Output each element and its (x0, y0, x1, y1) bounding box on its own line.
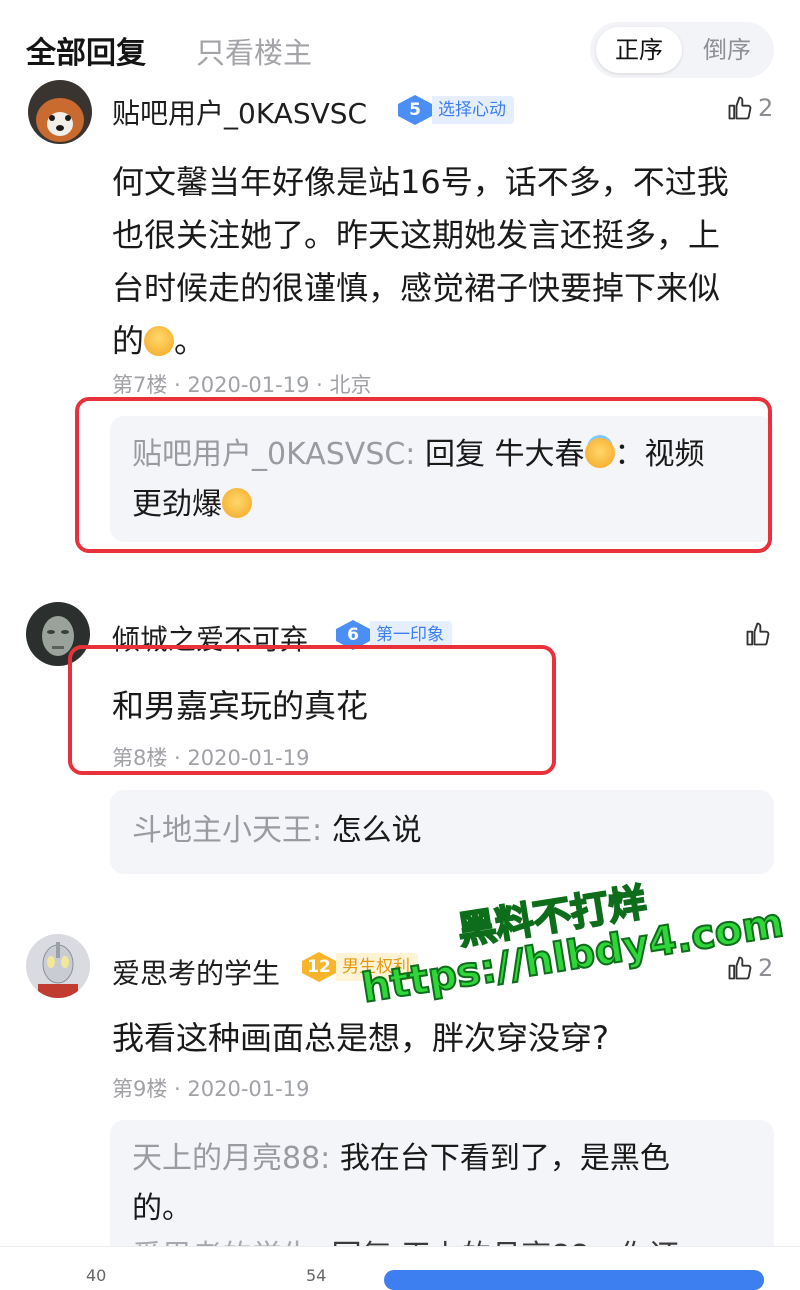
tab-all-replies[interactable]: 全部回复 (26, 28, 146, 72)
reply-text-line2: 的。 (132, 1191, 192, 1226)
order-asc-button[interactable]: 正序 (596, 27, 682, 73)
highlight-frame (75, 397, 772, 553)
ultraman-avatar-icon (26, 934, 90, 998)
avatar[interactable] (28, 80, 92, 144)
reply-text: 我在台下看到了，是黑色 (339, 1141, 670, 1176)
like-count: 2 (758, 94, 774, 122)
post-date: 2020-01-19 (187, 373, 310, 397)
reply-item[interactable]: 斗地主小天王: 怎么说 (132, 806, 422, 856)
post-line: 的 (112, 322, 145, 360)
level-number: 5 (398, 95, 432, 125)
level-number: 12 (302, 952, 336, 982)
username[interactable]: 贴吧用户_0KASVSC (112, 92, 367, 132)
red-panda-avatar-icon (28, 80, 92, 144)
post-line: 也很关注她了。昨天这期她发言还挺多，上 (112, 216, 721, 254)
like-button[interactable]: 2 (726, 954, 773, 982)
like-count: 2 (758, 954, 774, 982)
order-desc-button[interactable]: 倒序 (684, 27, 770, 73)
post-meta: 第9楼 · 2020-01-19 (112, 1077, 310, 1101)
floor-number: 第9楼 (112, 1077, 168, 1101)
post-content: 我看这种画面总是想，胖次穿没穿? (112, 1019, 609, 1057)
thumbs-up-icon (746, 622, 770, 646)
thumbs-up-icon (728, 96, 752, 120)
tab-owner-only[interactable]: 只看楼主 (196, 30, 312, 72)
avatar[interactable] (26, 934, 90, 998)
post-date: 2020-01-19 (187, 1077, 310, 1101)
post-line-end: 。 (174, 322, 207, 360)
level-badge: 5 选择心动 (398, 95, 514, 125)
comment-count[interactable]: 40 (86, 1266, 106, 1285)
reply-item[interactable]: 天上的月亮88: 我在台下看到了，是黑色 的。 (132, 1134, 752, 1234)
post-meta: 第7楼 · 2020-01-19 · 北京 (112, 373, 372, 397)
highlight-frame (68, 645, 556, 775)
like-button[interactable]: 2 (726, 94, 773, 122)
floor-number: 第7楼 (112, 373, 168, 397)
reply-button[interactable] (384, 1270, 764, 1290)
post-line: 台时候走的很谨慎，感觉裙子快要掉下来似 (112, 269, 721, 307)
reply-author[interactable]: 斗地主小天王: (132, 813, 322, 848)
grin-emoji-icon (144, 326, 175, 356)
level-title: 选择心动 (432, 96, 514, 124)
like-total-count[interactable]: 54 (306, 1266, 326, 1285)
post-line: 何文馨当年好像是站16号，话不多，不过我 (112, 163, 729, 201)
thumbs-up-icon (728, 956, 752, 980)
like-button[interactable] (744, 620, 772, 648)
username[interactable]: 爱思考的学生 (112, 952, 280, 992)
reply-text: 怎么说 (331, 813, 422, 848)
reply-author[interactable]: 天上的月亮88: (132, 1141, 330, 1176)
post-location: 北京 (329, 373, 372, 397)
reply-box[interactable]: 天上的月亮88: 我在台下看到了，是黑色 的。 爱思考的学生: 回复 天上的月亮… (110, 1120, 774, 1260)
post-content: 何文馨当年好像是站16号，话不多，不过我 也很关注她了。昨天这期她发言还挺多，上… (112, 156, 782, 368)
